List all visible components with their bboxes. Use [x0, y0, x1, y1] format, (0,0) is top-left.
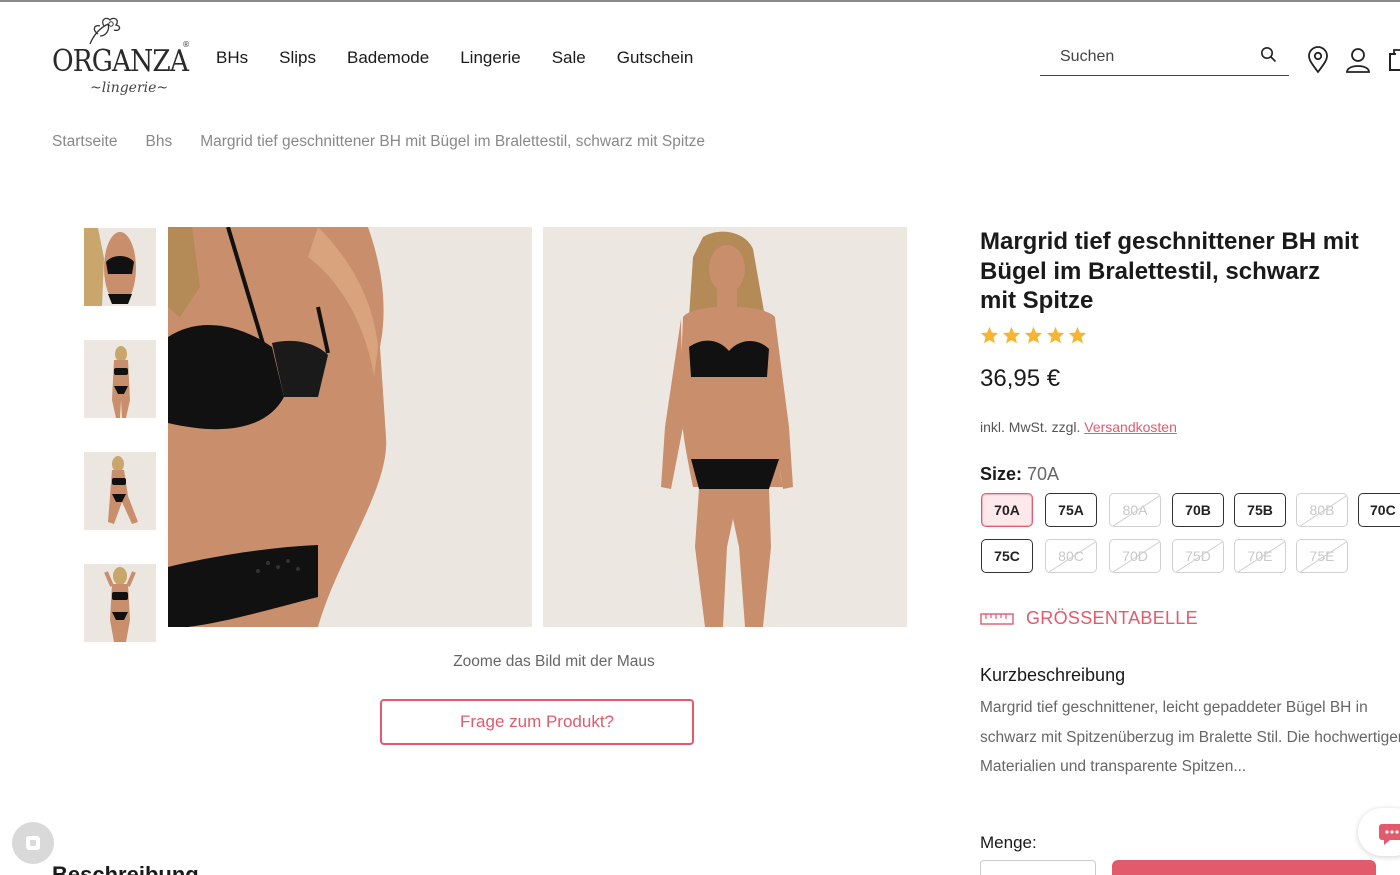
breadcrumb-home[interactable]: Startseite [52, 133, 117, 151]
short-description-title: Kurzbeschreibung [980, 665, 1126, 685]
user-icon[interactable] [1344, 46, 1372, 74]
product-thumbnail[interactable] [84, 564, 156, 642]
logo-flower-icon [89, 17, 121, 45]
star-icon [1046, 326, 1065, 344]
add-to-cart-button[interactable] [1112, 860, 1376, 875]
product-thumbnail[interactable] [84, 340, 156, 418]
short-description: Margrid tief geschnittener, leicht gepad… [980, 693, 1400, 782]
model-fullbody-image [543, 227, 907, 627]
cookie-settings-button[interactable] [12, 822, 54, 864]
star-icon [980, 326, 999, 344]
size-option-75b[interactable]: 75B [1234, 493, 1286, 527]
nav-item-lingerie[interactable]: Lingerie [460, 48, 521, 68]
quantity-stepper[interactable] [980, 860, 1096, 875]
short-description-line: Materialien und transparente Spitzen... [980, 758, 1247, 775]
search-icon[interactable] [1260, 46, 1277, 63]
breadcrumb-bhs[interactable]: Bhs [145, 133, 172, 151]
search-bar [1040, 40, 1289, 76]
short-description-line: Margrid tief geschnittener, leicht gepad… [980, 699, 1368, 716]
chat-button[interactable] [1358, 808, 1400, 856]
description-heading: Beschreibung [52, 862, 199, 875]
size-option-75a[interactable]: 75A [1045, 493, 1097, 527]
logo-wordmark: ORGANZA [52, 44, 189, 79]
size-table-link[interactable]: GRÖSSENTABELLE [980, 608, 1198, 629]
logo-tagline: ~lingerie~ [90, 80, 169, 96]
star-icon [1068, 326, 1087, 344]
size-option-70c[interactable]: 70C [1358, 493, 1400, 527]
model-closeup-image [168, 227, 532, 627]
product-title: Margrid tief geschnittener BH mit Bügel … [980, 228, 1359, 314]
size-option-80c: 80C [1045, 539, 1097, 573]
product-image-main[interactable] [168, 227, 532, 627]
nav-item-gutschein[interactable]: Gutschein [617, 48, 694, 68]
size-option-70a[interactable]: 70A [981, 493, 1033, 527]
breadcrumb: Startseite Bhs Margrid tief geschnittene… [52, 133, 733, 151]
size-option-70b[interactable]: 70B [1172, 493, 1224, 527]
search-input[interactable] [1060, 46, 1260, 68]
model-thumbnail-image [84, 228, 156, 306]
size-option-80b: 80B [1296, 493, 1348, 527]
rating-stars[interactable] [980, 326, 1087, 344]
top-border [0, 0, 1400, 2]
product-price: 36,95 € [980, 365, 1061, 392]
size-option-75d: 75D [1172, 539, 1224, 573]
nav-item-bademode[interactable]: Bademode [347, 48, 429, 68]
chat-icon [1379, 824, 1400, 845]
short-description-line: schwarz mit Spitzenüberzug im Bralette S… [980, 728, 1400, 746]
size-label-text: Size: [980, 464, 1023, 484]
breadcrumb-current: Margrid tief geschnittener BH mit Bügel … [200, 133, 705, 150]
size-table-label: GRÖSSENTABELLE [1026, 608, 1198, 628]
size-option-75e: 75E [1296, 539, 1348, 573]
star-icon [1024, 326, 1043, 344]
product-thumbnail[interactable] [84, 228, 156, 306]
main-nav: BHs Slips Bademode Lingerie Sale Gutsche… [216, 48, 724, 68]
zoom-hint: Zoome das Bild mit der Maus [453, 653, 655, 670]
model-thumbnail-image [84, 340, 156, 418]
shipping-costs-link[interactable]: Versandkosten [1084, 419, 1177, 435]
tax-text: inkl. MwSt. zzgl. [980, 419, 1081, 435]
brand-logo[interactable]: ORGANZA ® ~lingerie~ [52, 14, 192, 102]
ask-question-button[interactable]: Frage zum Produkt? [380, 699, 694, 745]
size-label: Size: 70A [980, 464, 1059, 485]
size-option-70e: 70E [1234, 539, 1286, 573]
cookie-icon [26, 836, 40, 850]
tax-info: inkl. MwSt. zzgl. Versandkosten [980, 419, 1177, 435]
nav-item-sale[interactable]: Sale [552, 48, 586, 68]
cart-icon[interactable] [1386, 46, 1400, 74]
model-thumbnail-image [84, 564, 156, 642]
selected-size-value: 70A [1027, 464, 1060, 484]
registered-mark: ® [182, 40, 190, 49]
size-option-80a: 80A [1109, 493, 1161, 527]
size-option-70d: 70D [1109, 539, 1161, 573]
quantity-label: Menge: [980, 833, 1037, 852]
star-icon [1002, 326, 1021, 344]
model-thumbnail-image [84, 452, 156, 530]
product-thumbnail[interactable] [84, 452, 156, 530]
product-image-secondary[interactable] [543, 227, 907, 627]
nav-item-bhs[interactable]: BHs [216, 48, 248, 68]
size-option-75c[interactable]: 75C [981, 539, 1033, 573]
location-pin-icon[interactable] [1306, 46, 1330, 74]
ruler-icon [980, 612, 1014, 625]
nav-item-slips[interactable]: Slips [279, 48, 316, 68]
